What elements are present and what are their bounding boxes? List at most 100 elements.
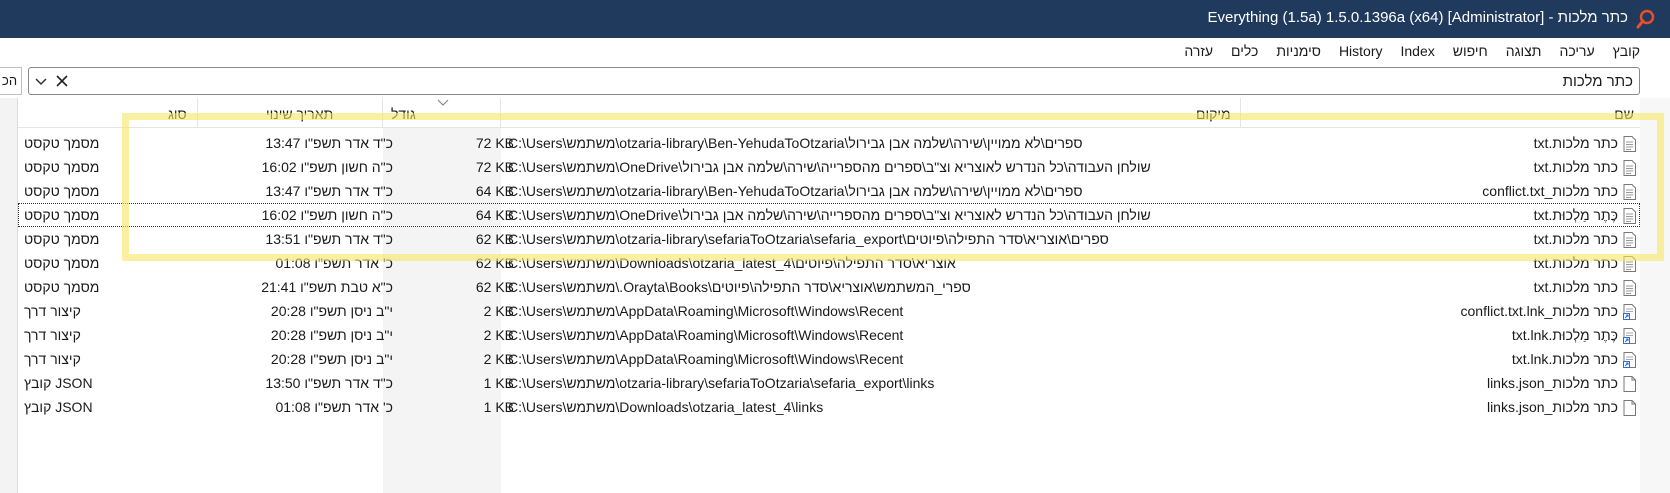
file-name: כתר מלכות.txt [1533,231,1618,247]
cell-size: 64 KB [475,183,514,199]
cell-size: 64 KB [475,207,514,223]
column-header: סוג תאריך שינוי גודל מיקום שם [18,98,1640,128]
cell-name: כתר מלכות.txt [1268,251,1640,275]
cell-date-modified: כ"ה חשון תשפ"ו 16:02 [261,159,393,175]
json-file-icon [1623,375,1636,392]
column-header-name[interactable]: שם [1241,98,1640,128]
cell-size: 62 KB [475,255,514,271]
results-list: מסמך טקסט כ"ד אדר תשפ"ו 13:47 72 KB C:\User… [18,131,1640,419]
left-panel-label[interactable]: הכ [0,67,22,95]
table-row[interactable]: מסמך טקסט כ"ד אדר תשפ"ו 13:47 64 KB C:\User… [18,179,1640,203]
column-header-size-label: גודל [391,106,416,122]
cell-date-modified: י"ב ניסן תשפ"ו 20:28 [270,303,393,319]
menu-index[interactable]: Index [1401,43,1435,59]
cell-path: C:\Users\משתמש\otzaria-library\Ben-Yehud… [508,135,1083,151]
cell-type: קובץ JSON [24,375,93,391]
column-header-type[interactable]: סוג [18,98,198,128]
menu-bookmarks[interactable]: סימניות [1276,43,1321,59]
cell-type: קיצור דרך [24,303,81,319]
column-header-path[interactable]: מיקום [501,98,1241,128]
vertical-scrollbar[interactable] [1640,98,1670,493]
cell-date-modified: כ"ד אדר תשפ"ו 13:47 [265,135,393,151]
cell-date-modified: י"ב ניסן תשפ"ו 20:28 [270,327,393,343]
table-row[interactable]: מסמך טקסט כ"א טבת תשפ"ו 21:41 62 KB C:\User… [18,275,1640,299]
table-row[interactable]: מסמך טקסט כ"ד אדר תשפ"ו 13:47 72 KB C:\User… [18,131,1640,155]
table-row[interactable]: מסמך טקסט כ' אדר תשפ"ו 01:08 62 KB C:\Users… [18,251,1640,275]
file-name: כֶּתֶר מַלְכוּת.txt [1533,207,1618,223]
cell-type: מסמך טקסט [24,231,100,247]
cell-path: C:\Users\משתמש\OneDrive\שולחן העבודה\כל … [508,159,1151,175]
sort-descending-icon [437,99,449,106]
cell-size: 1 KB [483,375,514,391]
cell-date-modified: י"ב ניסן תשפ"ו 20:28 [270,351,393,367]
search-magnifier-icon [1636,9,1655,29]
table-row[interactable]: קיצור דרך י"ב ניסן תשפ"ו 20:28 2 KB C:\User… [18,299,1640,323]
cell-date-modified: כ"ד אדר תשפ"ו 13:50 [265,375,393,391]
cell-name: כתר מלכות.txt [1268,131,1640,155]
cell-type: מסמך טקסט [24,135,100,151]
cell-path: C:\Users\משתמש\Downloads\otzaria_latest_… [508,255,956,271]
text-file-icon [1623,207,1636,224]
title-bar: כתר מלכות - Everything (1.5a) 1.5.0.1396… [0,0,1670,38]
search-input[interactable] [93,70,1633,92]
file-name: כתר מלכות.txt [1533,255,1618,271]
file-name: כתר מלכות.txt [1533,279,1618,295]
cell-type: מסמך טקסט [24,279,100,295]
cell-name: כתר מלכות.txt.lnk [1268,347,1640,371]
cell-date-modified: כ"ד אדר תשפ"ו 13:47 [265,183,393,199]
shortcut-icon [1623,303,1636,320]
menu-view[interactable]: תצוגה [1506,43,1542,59]
menu-search[interactable]: חיפוש [1453,43,1488,59]
menu-help[interactable]: עזרה [1184,43,1213,59]
table-row[interactable]: קיצור דרך י"ב ניסן תשפ"ו 20:28 2 KB C:\User… [18,347,1640,371]
cell-path: C:\Users\משתמש\AppData\Roaming\Microsoft… [508,327,904,343]
cell-path: C:\Users\משתמש\.Orayta\Books\ספרי_המשתמש… [508,279,971,295]
cell-date-modified: כ"ה חשון תשפ"ו 16:02 [261,207,393,223]
search-box [28,67,1640,95]
file-name: כתר מלכות.txt [1533,159,1618,175]
table-row[interactable]: קובץ JSON כ"ד אדר תשפ"ו 13:50 1 KB C:\Users… [18,371,1640,395]
cell-name: כתר מלכות_links.json [1268,371,1640,395]
close-icon[interactable] [53,72,71,90]
chevron-down-icon[interactable] [33,73,49,89]
column-header-path-label: מיקום [1196,106,1231,122]
cell-size: 1 KB [483,399,514,415]
cell-size: 2 KB [483,303,514,319]
table-row[interactable]: קובץ JSON כ' אדר תשפ"ו 01:08 1 KB C:\Users\… [18,395,1640,419]
table-row[interactable]: קיצור דרך י"ב ניסן תשפ"ו 20:28 2 KB C:\User… [18,323,1640,347]
cell-path: C:\Users\משתמש\OneDrive\שולחן העבודה\כל … [508,207,1151,223]
menu-edit[interactable]: עריכה [1559,43,1594,59]
cell-name: כֶּתֶר מַלְכוּת.txt.lnk [1268,323,1640,347]
table-row[interactable]: מסמך טקסט כ"ד אדר תשפ"ו 13:51 62 KB C:\User… [18,227,1640,251]
cell-path: C:\Users\משתמש\AppData\Roaming\Microsoft… [508,351,904,367]
cell-path: C:\Users\משתמש\Downloads\otzaria_latest_… [508,399,824,415]
table-row[interactable]: מסמך טקסט כ"ה חשון תשפ"ו 16:02 72 KB C:\Use… [18,155,1640,179]
cell-type: מסמך טקסט [24,207,100,223]
menu-file[interactable]: קובץ [1613,43,1640,59]
cell-type: קיצור דרך [24,351,81,367]
text-file-icon [1623,255,1636,272]
menu-history[interactable]: History [1339,43,1383,59]
text-file-icon [1623,159,1636,176]
column-header-date[interactable]: תאריך שינוי [198,98,383,128]
text-file-icon [1623,135,1636,152]
column-header-type-label: סוג [168,106,187,122]
cell-type: מסמך טקסט [24,255,100,271]
cell-size: 62 KB [475,279,514,295]
text-file-icon [1623,231,1636,248]
cell-name: כתר מלכות.txt [1268,155,1640,179]
cell-name: כֶּתֶר מַלְכוּת.txt [1268,203,1640,227]
menu-tools[interactable]: כלים [1231,43,1258,59]
column-header-name-label: שם [1614,106,1634,122]
cell-type: קיצור דרך [24,327,81,343]
file-name: כֶּתֶר מַלְכוּת.txt.lnk [1511,327,1618,343]
cell-type: מסמך טקסט [24,183,100,199]
cell-date-modified: כ"א טבת תשפ"ו 21:41 [261,279,393,295]
shortcut-icon [1623,351,1636,368]
table-row[interactable]: מסמך טקסט כ"ה חשון תשפ"ו 16:02 64 KB C:\Use… [18,203,1640,227]
cell-name: כתר מלכות_conflict.txt [1268,179,1640,203]
window-title: כתר מלכות - Everything (1.5a) 1.5.0.1396… [1207,9,1628,26]
file-name: כתר מלכות_links.json [1486,375,1618,391]
cell-type: קובץ JSON [24,399,93,415]
text-file-icon [1623,183,1636,200]
